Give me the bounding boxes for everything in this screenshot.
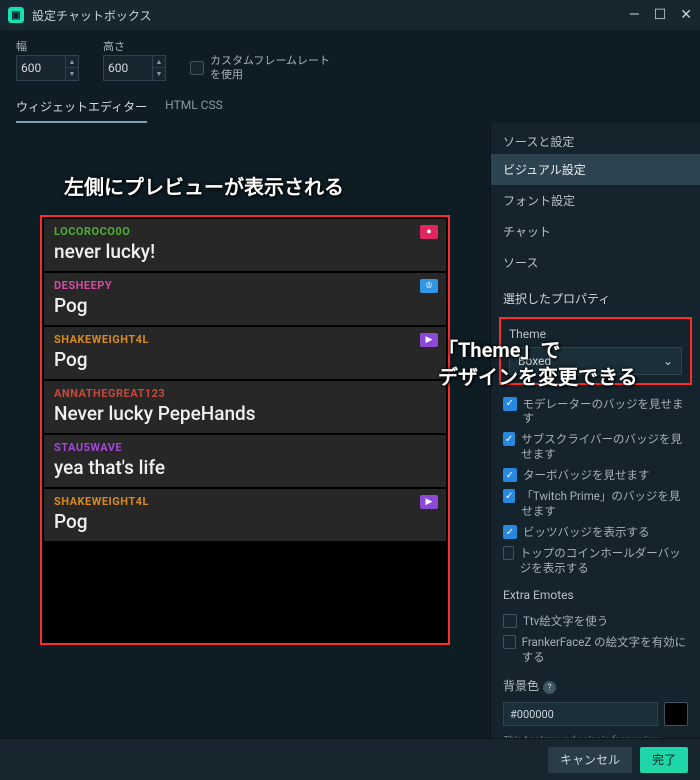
height-input[interactable]: 600 <box>103 55 153 81</box>
height-label: 高さ <box>103 40 166 53</box>
chat-text: Pog <box>54 348 436 371</box>
main: 左側にプレビューが表示される 「Theme」で デザインを変更できる LOCOR… <box>0 123 700 763</box>
chevron-down-icon: ⌄ <box>663 354 673 368</box>
chat-username: SHAKEWEIGHT4L <box>54 333 436 346</box>
checkbox[interactable]: ✓ <box>503 468 517 482</box>
checkbox[interactable]: ✓ <box>503 432 515 446</box>
bg-color-label: 背景色? <box>491 667 700 699</box>
checkbox-label: ビッツバッジを表示する <box>523 525 650 540</box>
width-label: 幅 <box>16 40 79 53</box>
sidebar-heading-properties: 選択したプロパティ <box>491 278 700 313</box>
chat-username: STAU5WAVE <box>54 441 436 454</box>
sidebar-item[interactable]: ビジュアル設定 <box>491 154 700 185</box>
chat-message: SHAKEWEIGHT4L Pog▶ <box>44 327 446 379</box>
toolbar: 幅 600 ▲▼ 高さ 600 ▲▼ カスタムフレームレートを使用 <box>0 30 700 88</box>
cancel-button[interactable]: キャンセル <box>548 747 632 773</box>
chat-username: SHAKEWEIGHT4L <box>54 495 436 508</box>
titlebar: ▣ 設定チャットボックス — ☐ ✕ <box>0 0 700 30</box>
chat-message: DESHEEPY Pog♔ <box>44 273 446 325</box>
bg-color-swatch[interactable] <box>664 702 688 726</box>
chat-message: SHAKEWEIGHT4L Pog▶ <box>44 489 446 541</box>
callout-theme: 「Theme」で デザインを変更できる <box>438 337 638 391</box>
checkbox-label: FrankerFaceZ の絵文字を有効にする <box>522 635 688 665</box>
settings-sidebar: ソースと設定 ビジュアル設定フォント設定チャットソース 選択したプロパティ Th… <box>490 123 700 763</box>
chat-message: STAU5WAVE yea that's life <box>44 435 446 487</box>
checkbox-label: モデレーターのバッジを見せます <box>523 397 688 427</box>
bg-color-input[interactable]: #000000 <box>503 702 658 726</box>
chat-text: Never lucky PepeHands <box>54 402 436 425</box>
chat-text: yea that's life <box>54 456 436 479</box>
checkbox-row: ✓ サブスクライバーのバッジを見せます <box>503 432 688 462</box>
checkbox-label: Ttv絵文字を使う <box>523 614 608 629</box>
window-title: 設定チャットボックス <box>32 7 152 24</box>
sidebar-item[interactable]: フォント設定 <box>491 185 700 216</box>
checkbox-row: ✓ ターボバッジを見せます <box>503 468 688 483</box>
checkbox-label: ターボバッジを見せます <box>523 468 650 483</box>
checkbox[interactable]: ✓ <box>503 525 517 539</box>
chat-message: ANNATHEGREAT123 Never lucky PepeHands <box>44 381 446 433</box>
chat-username: ANNATHEGREAT123 <box>54 387 436 400</box>
maximize-icon[interactable]: ☐ <box>654 7 667 23</box>
checkbox-label: トップのコインホールダーバッジを表示する <box>520 546 688 576</box>
tab-html-css[interactable]: HTML CSS <box>165 92 223 123</box>
checkbox[interactable] <box>503 635 516 649</box>
height-spinner[interactable]: ▲▼ <box>152 55 166 81</box>
width-spinner[interactable]: ▲▼ <box>65 55 79 81</box>
sidebar-item[interactable]: ソース <box>491 247 700 278</box>
close-icon[interactable]: ✕ <box>680 7 692 23</box>
checkbox-label: サブスクライバーのバッジを見せます <box>521 432 688 462</box>
checkbox[interactable] <box>503 614 517 628</box>
checkbox[interactable]: ✓ <box>503 489 515 503</box>
sidebar-heading-sources: ソースと設定 <box>491 123 700 154</box>
chat-username: LOCOROCO0O <box>54 225 436 238</box>
checkbox-row: ✓ ビッツバッジを表示する <box>503 525 688 540</box>
checkbox-row: ✓ 「Twitch Prime」のバッジを見せます <box>503 489 688 519</box>
chat-text: Pog <box>54 294 436 317</box>
help-icon[interactable]: ? <box>543 681 556 694</box>
extra-emotes-heading: Extra Emotes <box>491 578 700 606</box>
chat-badge-icon: ▶ <box>420 495 438 509</box>
done-button[interactable]: 完了 <box>640 747 688 773</box>
chat-preview: LOCOROCO0Onever lucky!●DESHEEPYPog♔SHAKE… <box>40 215 450 645</box>
checkbox-row: ✓ モデレーターのバッジを見せます <box>503 397 688 427</box>
tabs: ウィジェットエディター HTML CSS <box>0 88 700 123</box>
checkbox-row: トップのコインホールダーバッジを表示する <box>503 546 688 576</box>
tab-widget-editor[interactable]: ウィジェットエディター <box>16 92 147 123</box>
chat-username: DESHEEPY <box>54 279 436 292</box>
custom-framerate-label: カスタムフレームレートを使用 <box>210 54 330 82</box>
chat-text: never lucky! <box>54 240 436 263</box>
chat-badge-icon: ▶ <box>420 333 438 347</box>
sidebar-item[interactable]: チャット <box>491 216 700 247</box>
chat-badge-icon: ♔ <box>420 279 438 293</box>
preview-column: 左側にプレビューが表示される 「Theme」で デザインを変更できる LOCOR… <box>0 123 490 763</box>
minimize-icon[interactable]: — <box>629 7 640 23</box>
checkbox-row: Ttv絵文字を使う <box>503 614 688 629</box>
app-icon: ▣ <box>8 7 24 23</box>
checkbox-label: 「Twitch Prime」のバッジを見せます <box>521 489 688 519</box>
chat-text: Pog <box>54 510 436 533</box>
chat-badge-icon: ● <box>420 225 438 239</box>
footer: キャンセル 完了 <box>0 738 700 780</box>
width-input[interactable]: 600 <box>16 55 66 81</box>
chat-message: LOCOROCO0O never lucky!● <box>44 219 446 271</box>
callout-preview: 左側にプレビューが表示される <box>64 171 344 200</box>
custom-framerate-checkbox[interactable] <box>190 61 204 75</box>
checkbox[interactable] <box>503 546 514 560</box>
checkbox[interactable]: ✓ <box>503 397 517 411</box>
checkbox-row: FrankerFaceZ の絵文字を有効にする <box>503 635 688 665</box>
